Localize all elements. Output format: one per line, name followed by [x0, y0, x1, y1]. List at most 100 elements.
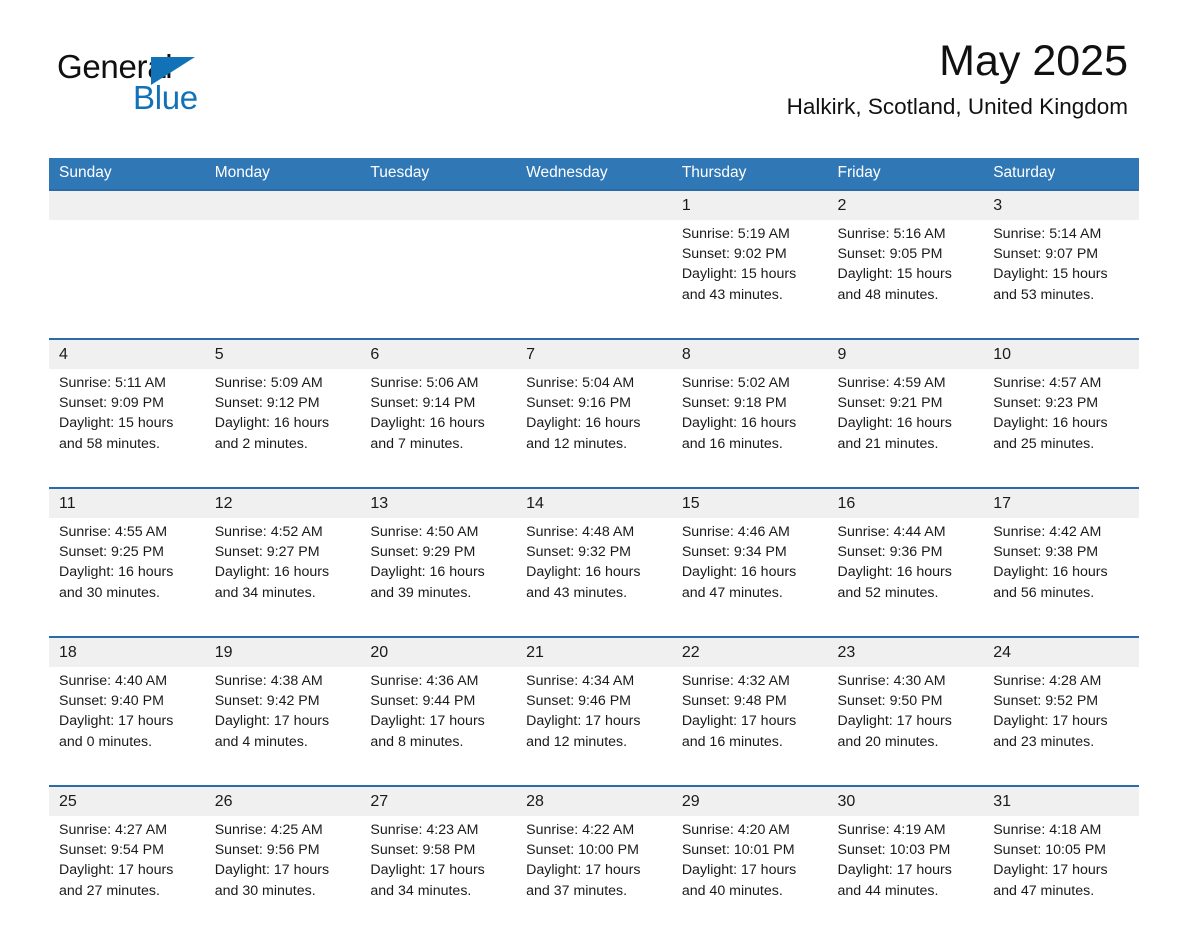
sunset-text: Sunset: 9:07 PM — [993, 246, 1099, 263]
daylight-text-line1: Daylight: 15 hours — [993, 266, 1108, 283]
daylight-text-line1: Daylight: 17 hours — [214, 713, 330, 730]
sunrise-text: Sunrise: 5:02 AM — [681, 375, 790, 391]
day-number — [204, 190, 361, 220]
day-cell[interactable] — [516, 220, 672, 339]
day-number: 16 — [827, 488, 984, 518]
day-number — [49, 190, 205, 220]
day-cell[interactable]: Sunrise: 4:38 AM Sunset: 9:42 PM Dayligh… — [204, 667, 361, 786]
daylight-text-line2: and 2 minutes. — [214, 435, 308, 452]
sunset-text: Sunset: 9:18 PM — [681, 395, 787, 412]
day-cell[interactable]: Sunrise: 5:14 AM Sunset: 9:07 PM Dayligh… — [983, 220, 1139, 339]
day-cell[interactable]: Sunrise: 4:52 AM Sunset: 9:27 PM Dayligh… — [204, 518, 361, 637]
sunset-text: Sunset: 9:50 PM — [837, 693, 943, 710]
daylight-text-line2: and 34 minutes. — [214, 584, 316, 601]
daylight-text-line2: and 34 minutes. — [370, 882, 472, 899]
daylight-text-line1: Daylight: 17 hours — [681, 713, 797, 730]
page-title: May 2025 — [939, 37, 1128, 85]
day-cell[interactable]: Sunrise: 4:46 AM Sunset: 9:34 PM Dayligh… — [671, 518, 828, 637]
daylight-text-line2: and 16 minutes. — [681, 435, 783, 452]
sunset-text: Sunset: 9:32 PM — [526, 544, 631, 561]
day-number: 26 — [204, 786, 361, 816]
day-cell[interactable] — [204, 220, 361, 339]
day-number: 9 — [827, 339, 984, 369]
sunrise-text: Sunrise: 5:04 AM — [526, 375, 635, 391]
day-cell[interactable]: Sunrise: 5:09 AM Sunset: 9:12 PM Dayligh… — [204, 369, 361, 488]
day-cell[interactable] — [360, 220, 517, 339]
daylight-text-line1: Daylight: 15 hours — [59, 415, 174, 432]
day-number: 21 — [516, 637, 672, 667]
day-cell[interactable]: Sunrise: 4:40 AM Sunset: 9:40 PM Dayligh… — [49, 667, 205, 786]
day-cell[interactable]: Sunrise: 4:20 AM Sunset: 10:01 PM Daylig… — [671, 816, 828, 934]
daylight-text-line2: and 30 minutes. — [59, 584, 160, 601]
sunrise-text: Sunrise: 5:11 AM — [59, 375, 166, 391]
day-cell[interactable]: Sunrise: 4:32 AM Sunset: 9:48 PM Dayligh… — [671, 667, 828, 786]
day-cell[interactable]: Sunrise: 4:28 AM Sunset: 9:52 PM Dayligh… — [983, 667, 1139, 786]
sunrise-text: Sunrise: 4:59 AM — [837, 375, 946, 391]
daylight-text-line1: Daylight: 16 hours — [681, 564, 797, 581]
day-cell[interactable]: Sunrise: 4:22 AM Sunset: 10:00 PM Daylig… — [516, 816, 672, 934]
day-cell[interactable]: Sunrise: 4:27 AM Sunset: 9:54 PM Dayligh… — [49, 816, 205, 934]
day-cell[interactable]: Sunrise: 4:44 AM Sunset: 9:36 PM Dayligh… — [827, 518, 984, 637]
sunrise-text: Sunrise: 4:40 AM — [59, 673, 168, 689]
day-number: 4 — [49, 339, 205, 369]
week-detail-row: Sunrise: 5:11 AM Sunset: 9:09 PM Dayligh… — [49, 369, 1139, 488]
sunrise-text: Sunrise: 4:57 AM — [993, 375, 1102, 391]
day-cell[interactable]: Sunrise: 4:48 AM Sunset: 9:32 PM Dayligh… — [516, 518, 672, 637]
sunrise-text: Sunrise: 5:14 AM — [993, 226, 1102, 242]
day-number: 23 — [827, 637, 984, 667]
day-cell[interactable]: Sunrise: 5:02 AM Sunset: 9:18 PM Dayligh… — [671, 369, 828, 488]
daylight-text-line1: Daylight: 17 hours — [214, 862, 330, 879]
sunset-text: Sunset: 9:46 PM — [526, 693, 631, 710]
day-cell[interactable]: Sunrise: 4:55 AM Sunset: 9:25 PM Dayligh… — [49, 518, 205, 637]
sunrise-text: Sunrise: 4:44 AM — [837, 524, 946, 540]
sunset-text: Sunset: 10:00 PM — [526, 842, 639, 859]
day-cell[interactable]: Sunrise: 4:18 AM Sunset: 10:05 PM Daylig… — [983, 816, 1139, 934]
day-cell[interactable]: Sunrise: 5:19 AM Sunset: 9:02 PM Dayligh… — [671, 220, 828, 339]
day-cell[interactable]: Sunrise: 4:34 AM Sunset: 9:46 PM Dayligh… — [516, 667, 672, 786]
day-cell[interactable]: Sunrise: 4:30 AM Sunset: 9:50 PM Dayligh… — [827, 667, 984, 786]
location-subtitle: Halkirk, Scotland, United Kingdom — [786, 94, 1128, 119]
sunset-text: Sunset: 9:36 PM — [837, 544, 943, 561]
weekday-header-friday: Friday — [827, 158, 984, 190]
daylight-text-line1: Daylight: 16 hours — [59, 564, 174, 581]
day-number: 31 — [983, 786, 1139, 816]
daylight-text-line1: Daylight: 16 hours — [837, 415, 952, 432]
day-number: 15 — [671, 488, 828, 518]
day-number: 13 — [360, 488, 517, 518]
daylight-text-line2: and 53 minutes. — [993, 286, 1095, 303]
calendar-head: Sunday Monday Tuesday Wednesday Thursday… — [49, 158, 1139, 190]
day-cell[interactable]: Sunrise: 5:16 AM Sunset: 9:05 PM Dayligh… — [827, 220, 984, 339]
day-cell[interactable]: Sunrise: 4:50 AM Sunset: 9:29 PM Dayligh… — [360, 518, 517, 637]
sunrise-text: Sunrise: 4:50 AM — [370, 524, 479, 540]
weekday-header-thursday: Thursday — [671, 158, 828, 190]
daylight-text-line1: Daylight: 16 hours — [526, 564, 641, 581]
sunrise-text: Sunrise: 4:23 AM — [370, 822, 479, 838]
calendar-body: 1 2 3 Sunrise: 5:19 AM Sunset: 9:02 PM D… — [49, 190, 1139, 934]
day-cell[interactable]: Sunrise: 4:57 AM Sunset: 9:23 PM Dayligh… — [983, 369, 1139, 488]
day-cell[interactable]: Sunrise: 4:23 AM Sunset: 9:58 PM Dayligh… — [360, 816, 517, 934]
day-cell[interactable]: Sunrise: 4:36 AM Sunset: 9:44 PM Dayligh… — [360, 667, 517, 786]
sunrise-text: Sunrise: 4:38 AM — [214, 673, 323, 689]
day-cell[interactable]: Sunrise: 4:19 AM Sunset: 10:03 PM Daylig… — [827, 816, 984, 934]
day-cell[interactable]: Sunrise: 5:06 AM Sunset: 9:14 PM Dayligh… — [360, 369, 517, 488]
sunrise-text: Sunrise: 4:34 AM — [526, 673, 635, 689]
general-blue-logo[interactable]: General Blue — [57, 50, 207, 114]
daylight-text-line2: and 23 minutes. — [993, 733, 1095, 750]
daylight-text-line2: and 44 minutes. — [837, 882, 939, 899]
day-cell[interactable]: Sunrise: 5:04 AM Sunset: 9:16 PM Dayligh… — [516, 369, 672, 488]
day-cell[interactable]: Sunrise: 5:11 AM Sunset: 9:09 PM Dayligh… — [49, 369, 205, 488]
sunrise-text: Sunrise: 4:42 AM — [993, 524, 1102, 540]
day-cell[interactable]: Sunrise: 4:42 AM Sunset: 9:38 PM Dayligh… — [983, 518, 1139, 637]
day-cell[interactable] — [49, 220, 205, 339]
day-cell[interactable]: Sunrise: 4:59 AM Sunset: 9:21 PM Dayligh… — [827, 369, 984, 488]
day-number: 22 — [671, 637, 828, 667]
daylight-text-line1: Daylight: 16 hours — [837, 564, 952, 581]
week-row: 1 2 3 — [49, 190, 1139, 220]
daylight-text-line1: Daylight: 17 hours — [370, 862, 485, 879]
day-number: 28 — [516, 786, 672, 816]
week-detail-row: Sunrise: 4:27 AM Sunset: 9:54 PM Dayligh… — [49, 816, 1139, 934]
title-block: May 2025 Halkirk, Scotland, United Kingd… — [787, 36, 1128, 122]
daylight-text-line1: Daylight: 17 hours — [993, 713, 1108, 730]
day-cell[interactable]: Sunrise: 4:25 AM Sunset: 9:56 PM Dayligh… — [204, 816, 361, 934]
sunrise-text: Sunrise: 4:18 AM — [993, 822, 1102, 838]
